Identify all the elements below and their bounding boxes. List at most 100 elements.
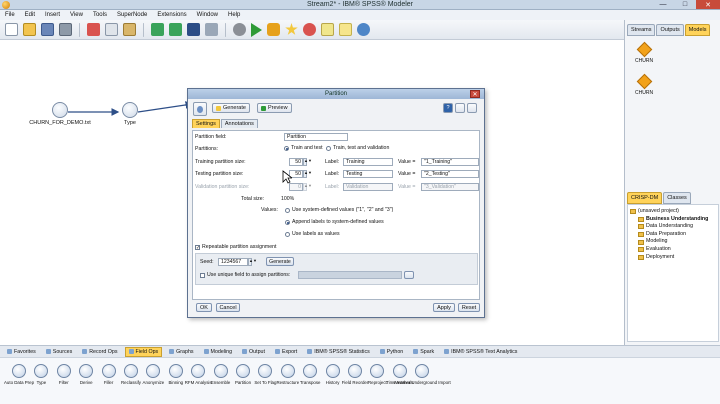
- menu-tools[interactable]: Tools: [93, 12, 107, 18]
- tab-settings[interactable]: Settings: [192, 119, 220, 128]
- menu-edit[interactable]: Edit: [25, 12, 35, 18]
- cancel-button[interactable]: Cancel: [216, 303, 240, 312]
- tab-crisp-dm[interactable]: CRISP-DM: [627, 192, 663, 204]
- generate-icon: [216, 105, 221, 111]
- palette-tab-sources[interactable]: Sources: [43, 348, 75, 356]
- undo-icon[interactable]: [151, 23, 164, 36]
- tab-streams[interactable]: Streams: [627, 24, 656, 36]
- radio-system-defined-values[interactable]: Use system-defined values ("1", "2" and …: [285, 207, 393, 213]
- tree-item-deployment[interactable]: Deployment: [630, 254, 716, 262]
- model-nugget[interactable]: CHURN: [635, 41, 653, 64]
- tree-item-business-understanding[interactable]: Business Understanding: [630, 216, 716, 224]
- repeatable-partition-checkbox[interactable]: ✓ Repeatable partition assignment: [195, 244, 276, 250]
- print-icon[interactable]: [59, 23, 72, 36]
- menu-view[interactable]: View: [70, 12, 83, 18]
- radio-labels-as-values[interactable]: Use labels as values: [285, 231, 340, 237]
- seed-input[interactable]: 1234567: [218, 258, 248, 266]
- find-icon[interactable]: [187, 23, 200, 36]
- field-picker-button: [404, 271, 414, 279]
- close-window-button[interactable]: ✕: [696, 0, 720, 9]
- dialog-minimize-button[interactable]: [455, 103, 465, 113]
- palette-tab-spss-statistics[interactable]: IBM® SPSS® Statistics: [304, 348, 373, 356]
- tree-item-data-understanding[interactable]: Data Understanding: [630, 223, 716, 231]
- palette-tab-field-ops[interactable]: Field Ops: [124, 346, 163, 357]
- palette-tab-graphs[interactable]: Graphs: [166, 348, 196, 356]
- validation-value-caption: Value =: [398, 184, 416, 190]
- dialog-close-button[interactable]: ✕: [470, 90, 480, 98]
- palette-node-icon: [370, 364, 385, 378]
- apply-button[interactable]: Apply: [433, 303, 455, 312]
- new-stream-icon[interactable]: [5, 23, 18, 36]
- tree-item-data-preparation[interactable]: Data Preparation: [630, 231, 716, 239]
- supernode-icon[interactable]: [303, 23, 316, 36]
- generate-label: Generate: [223, 105, 246, 111]
- seed-stepper[interactable]: ▲▼: [248, 258, 257, 266]
- preview-icon[interactable]: [285, 23, 298, 35]
- project-root[interactable]: (unsaved project): [630, 208, 716, 216]
- partition-field-label: Partition field:: [195, 134, 227, 140]
- palette-tab-spark[interactable]: Spark: [410, 348, 437, 356]
- run-icon[interactable]: [251, 22, 262, 37]
- testing-value-input[interactable]: "2_Testing": [421, 170, 479, 178]
- palette-tab-modeling[interactable]: Modeling: [201, 348, 236, 356]
- tab-outputs[interactable]: Outputs: [656, 24, 684, 36]
- radio-train-test-validation[interactable]: Train, test and validation: [326, 145, 389, 151]
- menu-extensions[interactable]: Extensions: [157, 12, 186, 18]
- minimize-button[interactable]: —: [652, 0, 674, 9]
- model-nugget[interactable]: CHURN: [635, 73, 653, 96]
- node-icon-button[interactable]: [193, 102, 207, 116]
- source-node[interactable]: CHURN_FOR_DEMO.txt: [29, 102, 91, 126]
- save-icon[interactable]: [41, 23, 54, 36]
- palette-node-icon: [213, 364, 228, 378]
- training-size-stepper[interactable]: ▲▼: [303, 158, 312, 166]
- palette-tab-record-ops[interactable]: Record Ops: [79, 348, 120, 356]
- palette-tab-output[interactable]: Output: [239, 348, 268, 356]
- help-icon[interactable]: ?: [443, 103, 453, 113]
- cut-icon[interactable]: [87, 23, 100, 36]
- unique-field-checkbox[interactable]: Use unique field to assign partitions:: [200, 272, 290, 278]
- paste-icon[interactable]: [123, 23, 136, 36]
- menu-insert[interactable]: Insert: [45, 12, 60, 18]
- radio-train-and-test[interactable]: Train and test: [284, 145, 323, 151]
- training-size-input[interactable]: 50: [289, 158, 303, 166]
- tab-classes[interactable]: Classes: [663, 192, 691, 204]
- ok-button[interactable]: OK: [196, 303, 212, 312]
- copy-icon[interactable]: [105, 23, 118, 36]
- training-value-input[interactable]: "1_Training": [421, 158, 479, 166]
- note-icon[interactable]: [321, 23, 334, 36]
- reset-button[interactable]: Reset: [458, 303, 480, 312]
- generate-button[interactable]: Generate: [212, 103, 250, 113]
- preview-button[interactable]: Preview: [257, 103, 292, 113]
- tree-item-modeling[interactable]: Modeling: [630, 238, 716, 246]
- open-icon[interactable]: [23, 23, 36, 36]
- tree-item-label: Deployment: [646, 253, 675, 260]
- maximize-button[interactable]: □: [674, 0, 696, 9]
- menu-window[interactable]: Window: [197, 12, 218, 18]
- menu-help[interactable]: Help: [228, 12, 240, 18]
- dialog-maximize-button[interactable]: [467, 103, 477, 113]
- tab-models[interactable]: Models: [684, 24, 711, 36]
- palette-tab-favorites[interactable]: Favorites: [4, 348, 39, 356]
- radio-append-labels[interactable]: Append labels to system-defined values: [285, 219, 384, 225]
- menu-file[interactable]: File: [5, 12, 15, 18]
- training-label-input[interactable]: Training: [343, 158, 393, 166]
- tab-annotations[interactable]: Annotations: [220, 119, 258, 128]
- run-selection-icon[interactable]: [267, 23, 280, 36]
- help-icon[interactable]: [357, 23, 370, 36]
- annotation-icon[interactable]: [339, 23, 352, 36]
- testing-label-input[interactable]: Testing: [343, 170, 393, 178]
- partition-field-input[interactable]: Partition: [284, 133, 348, 141]
- zoom-icon[interactable]: [205, 23, 218, 36]
- palette-node[interactable]: Weather Underground Import: [394, 364, 451, 385]
- menu-supernode[interactable]: SuperNode: [117, 12, 147, 18]
- stop-icon[interactable]: [233, 23, 246, 36]
- testing-size-stepper[interactable]: ▲▼: [303, 170, 312, 178]
- palette-tab-python[interactable]: Python: [377, 348, 407, 356]
- training-label-caption: Label:: [325, 159, 340, 165]
- redo-icon[interactable]: [169, 23, 182, 36]
- tree-item-evaluation[interactable]: Evaluation: [630, 246, 716, 254]
- palette-tab-export[interactable]: Export: [272, 348, 300, 356]
- palette-tab-text-analytics[interactable]: IBM® SPSS® Text Analytics: [441, 348, 520, 356]
- type-node[interactable]: Type: [118, 102, 142, 126]
- seed-generate-button[interactable]: Generate: [266, 257, 294, 266]
